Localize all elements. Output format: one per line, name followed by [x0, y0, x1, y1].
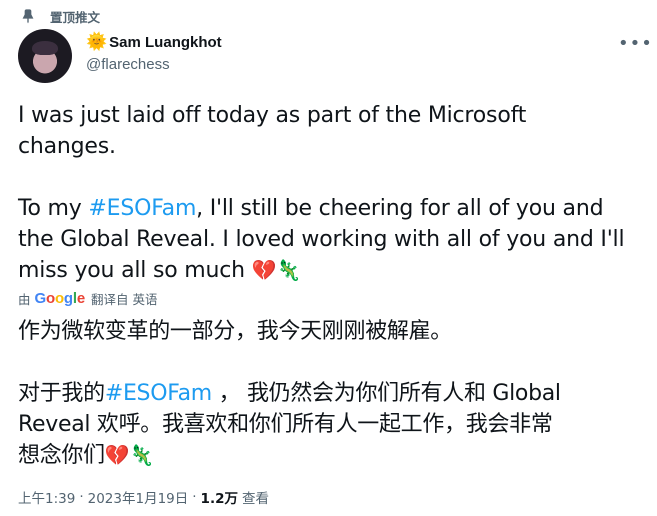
- translated-hashtag-link[interactable]: #ESOFam: [105, 381, 212, 406]
- tweet-meta: 上午1:39 · 2023年1月19日 · 1.2万 查看: [18, 487, 269, 507]
- separator: ·: [192, 489, 197, 505]
- tweet-date[interactable]: 2023年1月19日: [88, 487, 189, 507]
- translated-text: 作为微软变革的一部分，我今天刚刚被解雇。 对于我的#ESOFam ， 我仍然会为…: [18, 316, 643, 471]
- sun-emoji-icon: 🌞: [86, 32, 108, 52]
- translated-from-label[interactable]: 翻译自 英语: [91, 289, 157, 308]
- translation-attribution: 由 Google 翻译自 英语: [18, 289, 158, 308]
- pin-icon: [22, 9, 34, 24]
- views-count: 1.2万: [200, 491, 238, 507]
- author-name-row[interactable]: 🌞 Sam Luangkhot: [86, 33, 222, 51]
- broken-heart-emoji-icon: 💔: [104, 443, 130, 467]
- views-label: 查看: [241, 491, 269, 507]
- pinned-tweet-indicator: 置顶推文: [20, 7, 100, 25]
- pinned-label: 置顶推文: [50, 9, 101, 25]
- broken-heart-emoji-icon: 💔: [251, 258, 277, 282]
- tweet-text: I was just laid off today as part of the…: [18, 100, 643, 286]
- separator: ·: [79, 489, 84, 505]
- tweet-time[interactable]: 上午1:39: [18, 487, 75, 507]
- translated-by-label: 由: [18, 292, 31, 307]
- google-logo: Google: [34, 290, 86, 307]
- hashtag-link[interactable]: #ESOFam: [88, 196, 196, 221]
- display-name[interactable]: Sam Luangkhot: [109, 34, 222, 51]
- more-options-icon[interactable]: •••: [618, 33, 653, 54]
- lizard-emoji-icon: 🦎: [276, 258, 302, 282]
- author-handle[interactable]: @flarechess: [86, 56, 170, 73]
- lizard-emoji-icon: 🦎: [129, 443, 155, 467]
- avatar[interactable]: [18, 29, 72, 83]
